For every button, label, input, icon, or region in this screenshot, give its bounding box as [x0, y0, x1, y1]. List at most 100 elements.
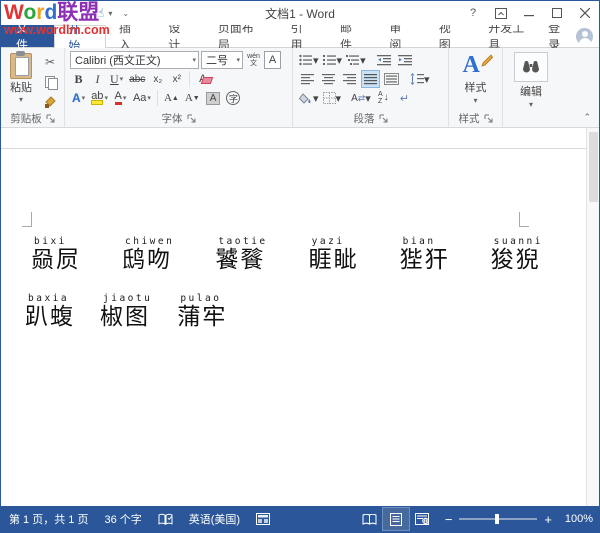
chevron-down-icon[interactable]: ▾ — [147, 94, 151, 102]
touch-mode-dropdown-icon[interactable]: ▾ — [108, 9, 112, 18]
ruby-word[interactable]: chiwen 鸱吻 — [122, 236, 174, 273]
font-name-combobox[interactable]: Calibri (西文正文) ▾ — [70, 51, 199, 69]
chevron-down-icon[interactable]: ▾ — [82, 94, 86, 102]
multilevel-list-button[interactable]: ▾ — [345, 51, 367, 69]
increase-indent-button[interactable] — [396, 51, 415, 69]
enclose-characters-button[interactable]: 字 — [224, 89, 242, 107]
underline-button[interactable]: U▾ — [108, 70, 125, 88]
proofing-status-icon[interactable] — [150, 513, 181, 526]
collapse-ribbon-icon[interactable]: ⌃ — [583, 112, 591, 123]
show-hide-marks-button[interactable]: ↵ — [395, 89, 414, 107]
language-indicator[interactable]: 英语(美国) — [181, 511, 248, 527]
cut-button[interactable]: ✂ — [40, 53, 60, 71]
font-size-combobox[interactable]: 二号 ▾ — [201, 51, 243, 69]
ribbon-display-options-icon[interactable] — [487, 1, 515, 25]
read-mode-button[interactable] — [357, 508, 383, 530]
change-case-button[interactable]: Aa▾ — [131, 89, 153, 107]
vertical-scrollbar[interactable] — [586, 128, 599, 506]
ruby-word[interactable]: taotie 饕餮 — [215, 236, 267, 273]
chevron-down-icon[interactable]: ▾ — [233, 56, 240, 64]
scrollbar-thumb[interactable] — [589, 132, 598, 202]
chevron-down-icon[interactable]: ▾ — [529, 100, 533, 109]
paste-dropdown-icon[interactable]: ▾ — [19, 95, 23, 104]
close-icon[interactable] — [571, 1, 599, 25]
phonetic-guide-button[interactable]: wén 文 — [245, 51, 262, 69]
distribute-button[interactable] — [382, 70, 401, 88]
zoom-in-button[interactable]: + — [544, 513, 552, 526]
chevron-down-icon[interactable]: ▾ — [360, 54, 366, 67]
chevron-down-icon[interactable]: ▾ — [313, 54, 319, 67]
grow-font-button[interactable]: A▲ — [162, 89, 181, 107]
align-left-button[interactable] — [298, 70, 317, 88]
minimize-icon[interactable] — [515, 1, 543, 25]
tab-review[interactable]: 审阅 — [376, 25, 425, 47]
strikethrough-button[interactable]: abc — [127, 70, 147, 88]
ruby-word[interactable]: yazi 睚眦 — [309, 236, 359, 273]
asian-layout-button[interactable]: A ⇄ ▾ — [350, 89, 372, 107]
numbering-button[interactable]: ▾ — [322, 51, 344, 69]
text-highlight-button[interactable]: ab▾ — [89, 89, 110, 107]
document-canvas[interactable]: bixi 赑屃 chiwen 鸱吻 taotie 饕餮 yazi 睚眦 bian… — [1, 128, 599, 506]
chevron-down-icon[interactable]: ▾ — [104, 94, 108, 102]
avatar[interactable] — [576, 28, 593, 45]
tab-design[interactable]: 设计 — [155, 25, 204, 47]
sign-in[interactable]: 登录 — [548, 25, 599, 47]
font-dialog-launcher-icon[interactable] — [187, 114, 196, 123]
chevron-down-icon[interactable]: ▾ — [365, 92, 371, 105]
shading-button[interactable]: ▾ — [298, 89, 320, 107]
justify-button[interactable] — [361, 70, 380, 88]
tab-developer[interactable]: 开发工具 — [475, 25, 548, 47]
zoom-slider-thumb[interactable] — [495, 514, 499, 524]
chevron-down-icon[interactable]: ▾ — [189, 56, 196, 64]
bold-button[interactable]: B — [70, 70, 87, 88]
tab-home[interactable]: 开始 — [54, 25, 105, 48]
print-layout-button[interactable] — [383, 508, 409, 530]
zoom-percentage[interactable]: 100% — [559, 513, 593, 525]
styles-dialog-launcher-icon[interactable] — [484, 114, 493, 123]
text-effects-button[interactable]: A▾ — [70, 89, 87, 107]
align-right-button[interactable] — [340, 70, 359, 88]
tab-page-layout[interactable]: 页面布局 — [205, 25, 278, 47]
shrink-font-button[interactable]: A▼ — [183, 89, 202, 107]
zoom-out-button[interactable]: − — [445, 513, 453, 526]
tab-file[interactable]: 文件 — [1, 25, 54, 47]
decrease-indent-button[interactable] — [375, 51, 394, 69]
ruby-word[interactable]: suanni 狻猊 — [491, 236, 543, 273]
chevron-down-icon[interactable]: ▾ — [473, 96, 477, 105]
web-layout-button[interactable] — [409, 508, 435, 530]
character-shading-button[interactable]: A — [204, 89, 223, 107]
touch-mode-icon[interactable]: ☝ — [97, 6, 104, 20]
chevron-down-icon[interactable]: ▾ — [336, 92, 342, 105]
ruby-word[interactable]: bian 狴犴 — [400, 236, 450, 273]
help-icon[interactable]: ? — [459, 1, 487, 25]
qat-customize-icon[interactable]: ⌄ — [122, 9, 129, 18]
chevron-down-icon[interactable]: ▾ — [123, 94, 127, 102]
tab-insert[interactable]: 插入 — [106, 25, 155, 47]
format-painter-button[interactable] — [40, 93, 60, 111]
bullets-button[interactable]: ▾ — [298, 51, 320, 69]
chevron-down-icon[interactable]: ▾ — [120, 75, 124, 83]
tab-mailings[interactable]: 邮件 — [327, 25, 376, 47]
character-border-button[interactable]: A — [264, 51, 281, 69]
sort-button[interactable]: AZ ↓ — [374, 89, 393, 107]
word-count[interactable]: 36 个字 — [96, 511, 149, 527]
superscript-button[interactable]: x² — [168, 70, 185, 88]
editing-button[interactable]: 编辑 ▾ — [506, 50, 556, 127]
borders-button[interactable]: ▾ — [322, 89, 343, 107]
ruby-word[interactable]: bixi 赑屃 — [31, 236, 81, 273]
chevron-down-icon[interactable]: ▾ — [337, 54, 343, 67]
subscript-button[interactable]: x₂ — [149, 70, 166, 88]
ruby-word[interactable]: baxia 趴蝮 — [25, 293, 75, 330]
tab-references[interactable]: 引用 — [278, 25, 327, 47]
tab-view[interactable]: 视图 — [426, 25, 475, 47]
italic-button[interactable]: I — [89, 70, 106, 88]
macro-record-icon[interactable] — [248, 513, 278, 525]
ruby-word[interactable]: pulao 蒲牢 — [177, 293, 227, 330]
font-color-button[interactable]: A▾ — [112, 89, 129, 107]
ruby-word[interactable]: jiaotu 椒图 — [100, 293, 152, 330]
chevron-down-icon[interactable]: ▾ — [424, 73, 430, 86]
line-spacing-button[interactable]: ▾ — [409, 70, 431, 88]
copy-button[interactable] — [40, 73, 60, 91]
chevron-down-icon[interactable]: ▾ — [313, 92, 319, 105]
maximize-icon[interactable] — [543, 1, 571, 25]
